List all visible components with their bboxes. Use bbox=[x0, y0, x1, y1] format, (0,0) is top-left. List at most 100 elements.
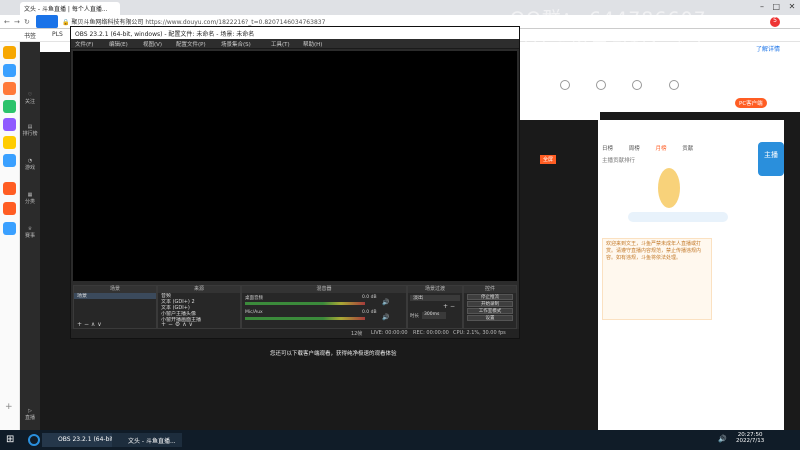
status-dropped: 12帧 bbox=[351, 331, 363, 337]
obs-preview[interactable] bbox=[73, 51, 517, 281]
sidebar-item-game[interactable]: ◔ 游戏 bbox=[21, 158, 39, 171]
tab-month[interactable]: 月榜 bbox=[656, 146, 667, 152]
volume-icon[interactable]: 🔊 bbox=[718, 435, 727, 443]
mixer-channel-name: 桌面音频 bbox=[245, 296, 263, 301]
taskbar: ⊞ OBS 23.2.1 (64-bit... 文头 - 斗鱼直播... 20:… bbox=[0, 430, 800, 450]
remove-icon[interactable]: − bbox=[84, 321, 89, 328]
maximize-icon[interactable]: □ bbox=[773, 2, 781, 11]
menu-view[interactable]: 视图(V) bbox=[143, 40, 162, 48]
obs-title-bar: OBS 23.2.1 (64-bit, windows) - 配置文件: 未命名… bbox=[71, 27, 519, 39]
controls-dock: 控件 停止推流 开始录制 工作室模式 设置 bbox=[463, 285, 517, 329]
transition-select[interactable]: 淡出 bbox=[410, 295, 460, 301]
down-icon[interactable]: ∨ bbox=[97, 321, 101, 328]
browser-icon[interactable] bbox=[28, 434, 40, 446]
mixer-channel-name: Mic/Aux bbox=[245, 310, 263, 315]
taskbar-item-browser[interactable]: 文头 - 斗鱼直播... bbox=[112, 433, 182, 447]
stop-streaming-button[interactable]: 停止推流 bbox=[467, 294, 513, 300]
promo-badge[interactable]: 主播 bbox=[758, 142, 784, 176]
start-recording-button[interactable]: 开始录制 bbox=[467, 301, 513, 307]
tab-week[interactable]: 周榜 bbox=[629, 146, 640, 152]
app-icon[interactable] bbox=[3, 182, 16, 195]
taskbar-item-obs[interactable]: OBS 23.2.1 (64-bit... bbox=[42, 433, 119, 447]
room-stats bbox=[520, 112, 600, 120]
app-icon[interactable] bbox=[3, 82, 16, 95]
url-text: https://www.douyu.com/1822216?_t=0.82071… bbox=[145, 19, 326, 26]
scene-item[interactable]: 场景 bbox=[74, 293, 156, 299]
watermark-qq: QQ群： 644786607 bbox=[510, 8, 707, 30]
up-icon[interactable]: ∧ bbox=[91, 321, 95, 328]
close-icon[interactable]: ✕ bbox=[789, 2, 796, 11]
ranking-tabs: 日榜 周榜 月榜 贡献 bbox=[602, 144, 714, 154]
like-icon[interactable] bbox=[632, 80, 643, 90]
settings-button[interactable]: 设置 bbox=[467, 315, 513, 321]
app-icon[interactable] bbox=[3, 202, 16, 215]
sidebar-item-match[interactable]: ♕ 赛事 bbox=[21, 226, 39, 239]
menu-edit[interactable]: 编辑(E) bbox=[109, 40, 128, 48]
remove-icon[interactable]: − bbox=[450, 303, 455, 310]
menu-file[interactable]: 文件(F) bbox=[75, 40, 93, 48]
menu-scene-collection[interactable]: 场景集合(S) bbox=[221, 40, 251, 48]
studio-mode-button[interactable]: 工作室模式 bbox=[467, 308, 513, 314]
status-cpu: CPU: 2.1%, 30.00 fps bbox=[453, 330, 506, 336]
app-icon[interactable] bbox=[3, 222, 16, 235]
sidebar-item-rank[interactable]: ▤ 排行榜 bbox=[21, 124, 39, 137]
follow-icon[interactable] bbox=[668, 80, 679, 90]
scene-controls: + − ∧ ∨ bbox=[77, 321, 102, 328]
sidebar-item-follow[interactable]: ♡ 关注 bbox=[21, 92, 39, 105]
home-icon[interactable] bbox=[36, 15, 58, 28]
scenes-dock: 场景 场景 + − ∧ ∨ bbox=[73, 285, 157, 329]
menu-tools[interactable]: 工具(T) bbox=[271, 40, 290, 48]
tab-day[interactable]: 日榜 bbox=[602, 146, 613, 152]
app-icon[interactable] bbox=[3, 118, 16, 131]
notification-badge[interactable]: 5 bbox=[770, 17, 780, 27]
page-caption: 您还可以下载客户端观看，获得纯净极速的观看体验 bbox=[270, 351, 397, 357]
mascot-cloud bbox=[628, 212, 728, 222]
bookmark-item[interactable]: 书签 bbox=[24, 31, 36, 40]
back-icon[interactable]: ← bbox=[4, 18, 10, 26]
browser-tab[interactable]: 文头 - 斗鱼直播 | 每个人直播... bbox=[20, 2, 120, 15]
bookmark-item[interactable]: PLS bbox=[52, 31, 63, 38]
transitions-dock: 场景过渡 淡出 + − 时长 300ms bbox=[407, 285, 463, 329]
watermark-line2: 但乂ℊ恩着可打仨王2 bbox=[510, 35, 704, 57]
app-icon[interactable] bbox=[3, 136, 16, 149]
sidebar-item-live[interactable]: ▷ 直播 bbox=[21, 408, 39, 421]
tab-contribution[interactable]: 贡献 bbox=[682, 146, 693, 152]
app-icon[interactable] bbox=[3, 154, 16, 167]
share-icon[interactable] bbox=[560, 80, 570, 90]
menu-help[interactable]: 帮助(H) bbox=[303, 40, 322, 48]
mascot-image bbox=[658, 168, 680, 208]
mixer-channel-db: 0.0 dB bbox=[362, 310, 377, 315]
duration-input[interactable]: 300ms bbox=[422, 312, 446, 319]
lock-icon: 🔒 bbox=[62, 19, 70, 26]
forward-icon[interactable]: → bbox=[14, 18, 20, 26]
gear-icon[interactable]: ⚙ bbox=[175, 321, 180, 328]
gift-icon[interactable] bbox=[596, 80, 607, 90]
down-icon[interactable]: ∨ bbox=[189, 321, 193, 328]
app-icon[interactable] bbox=[3, 46, 16, 59]
windows-start-icon[interactable]: ⊞ bbox=[6, 434, 18, 446]
up-icon[interactable]: ∧ bbox=[182, 321, 186, 328]
status-live: LIVE: 00:00:00 bbox=[371, 330, 408, 336]
remove-icon[interactable]: − bbox=[168, 321, 173, 328]
app-icon[interactable] bbox=[3, 100, 16, 113]
learn-more-link[interactable]: 了解详情 bbox=[756, 44, 780, 53]
transitions-header: 场景过渡 bbox=[408, 286, 462, 293]
add-icon[interactable]: + bbox=[5, 402, 13, 412]
speaker-icon[interactable]: 🔊 bbox=[382, 299, 389, 306]
refresh-icon[interactable]: ↻ bbox=[24, 18, 30, 26]
menu-profile[interactable]: 配置文件(P) bbox=[176, 40, 206, 48]
fullscreen-button[interactable]: 全屏 bbox=[540, 155, 557, 164]
volume-meter bbox=[245, 317, 365, 320]
mixer-header: 混音器 bbox=[242, 286, 406, 293]
source-controls: + − ⚙ ∧ ∨ bbox=[161, 321, 193, 328]
sidebar-item-category[interactable]: ▦ 分类 bbox=[21, 192, 39, 205]
minimize-icon[interactable]: – bbox=[760, 2, 764, 11]
pc-client-badge[interactable]: PC客户端 bbox=[735, 98, 767, 108]
app-icon[interactable] bbox=[3, 64, 16, 77]
add-icon[interactable]: + bbox=[77, 321, 82, 328]
add-icon[interactable]: + bbox=[161, 321, 166, 328]
speaker-icon[interactable]: 🔊 bbox=[382, 314, 389, 321]
add-icon[interactable]: + bbox=[443, 303, 448, 310]
mixer-dock: 混音器 桌面音频 0.0 dB 🔊 Mic/Aux 0.0 dB 🔊 bbox=[241, 285, 407, 329]
mixer-channel-db: 0.0 dB bbox=[362, 295, 377, 300]
